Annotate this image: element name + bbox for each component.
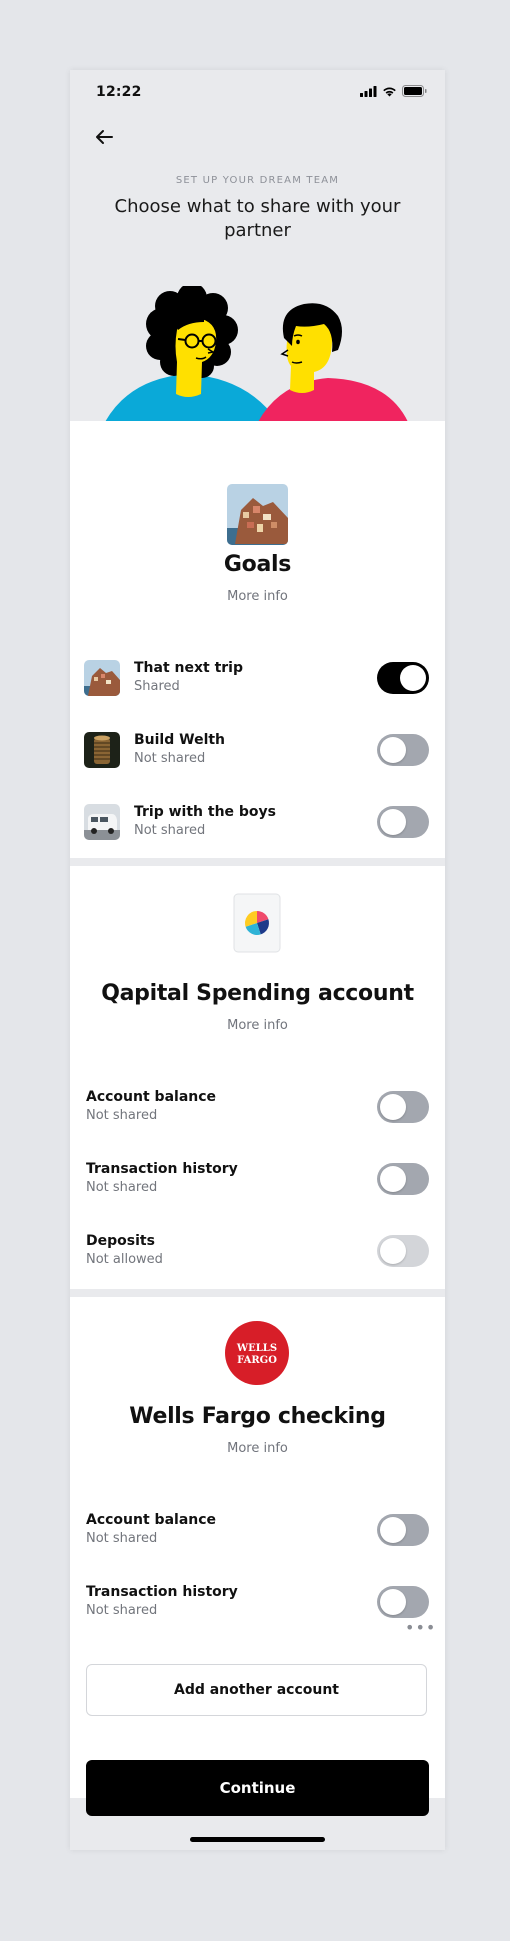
goals-more-info-link[interactable]: More info — [70, 589, 445, 604]
status-bar: 12:22 — [70, 70, 445, 114]
phone-screen: 12:22 SET UP YOUR DREAM TEAM Choose what… — [70, 70, 445, 1850]
coin-stack-photo — [84, 732, 120, 768]
qapital-row-transaction-history: Transaction history Not shared — [70, 1161, 445, 1217]
van-photo — [84, 804, 120, 840]
wells-fargo-title: Wells Fargo checking — [129, 1404, 386, 1429]
goal-share-toggle[interactable] — [377, 734, 429, 766]
goal-status: Not shared — [134, 823, 206, 838]
qapital-account-card: Qapital Spending account More info Accou… — [70, 866, 445, 1289]
page-title: Choose what to share with your partner — [114, 196, 401, 241]
setting-label: Transaction history — [86, 1584, 238, 1600]
goal-row-build-welth: Build Welth Not shared — [70, 732, 445, 788]
setting-status: Not shared — [86, 1180, 158, 1195]
toggle-knob — [380, 1166, 406, 1192]
goal-share-toggle[interactable] — [377, 806, 429, 838]
toggle-knob — [380, 1238, 406, 1264]
goal-label: That next trip — [134, 660, 244, 676]
goal-status: Not shared — [134, 751, 206, 766]
goals-title: Goals — [223, 552, 292, 577]
setting-label: Account balance — [86, 1512, 217, 1528]
toggle-knob — [380, 809, 406, 835]
qapital-row-account-balance: Account balance Not shared — [70, 1089, 445, 1145]
status-time: 12:22 — [96, 84, 142, 100]
goal-row-trip-with-the-boys: Trip with the boys Not shared — [70, 804, 445, 860]
setting-status: Not shared — [86, 1531, 158, 1546]
battery-icon — [402, 85, 427, 97]
coastal-village-photo — [84, 660, 120, 696]
account-balance-toggle[interactable] — [377, 1091, 429, 1123]
goal-share-toggle[interactable] — [377, 662, 429, 694]
goal-label: Build Welth — [134, 732, 226, 748]
transaction-history-toggle[interactable] — [377, 1163, 429, 1195]
more-dots-icon: ••• — [405, 1618, 437, 1637]
toggle-knob — [400, 665, 426, 691]
wf-row-transaction-history: Transaction history Not shared — [70, 1584, 445, 1640]
toggle-knob — [380, 737, 406, 763]
home-indicator — [190, 1837, 325, 1842]
wells-fargo-logo-line2: FARGO — [237, 1355, 277, 1366]
toggle-knob — [380, 1094, 406, 1120]
arrow-left-icon — [96, 130, 113, 144]
qapital-more-info-link[interactable]: More info — [70, 1018, 445, 1033]
setting-status: Not shared — [86, 1108, 158, 1123]
goals-card: Goals More info That next trip Shared Bu… — [70, 421, 445, 858]
wf-row-account-balance: Account balance Not shared — [70, 1512, 445, 1568]
goal-status: Shared — [134, 679, 180, 694]
goal-label: Trip with the boys — [134, 804, 277, 820]
setting-label: Account balance — [86, 1089, 217, 1105]
wells-fargo-logo: WELLS FARGO — [225, 1321, 289, 1385]
transaction-history-toggle[interactable] — [377, 1586, 429, 1618]
continue-button[interactable]: Continue — [86, 1760, 429, 1816]
qapital-logo-icon — [233, 893, 281, 953]
wells-fargo-logo-line1: WELLS — [236, 1343, 277, 1354]
status-icons — [360, 85, 427, 97]
add-another-account-button[interactable]: Add another account — [86, 1664, 427, 1716]
toggle-knob — [380, 1589, 406, 1615]
cellular-signal-icon — [360, 85, 377, 97]
back-button[interactable] — [84, 122, 124, 152]
deposits-toggle — [377, 1235, 429, 1267]
eyebrow-text: SET UP YOUR DREAM TEAM — [175, 175, 340, 186]
toggle-knob — [380, 1517, 406, 1543]
setting-label: Deposits — [86, 1233, 155, 1249]
wells-fargo-card: WELLS FARGO Wells Fargo checking More in… — [70, 1297, 445, 1798]
qapital-row-deposits: Deposits Not allowed — [70, 1233, 445, 1289]
account-balance-toggle[interactable] — [377, 1514, 429, 1546]
qapital-title: Qapital Spending account — [101, 981, 414, 1006]
goal-row-that-next-trip: That next trip Shared — [70, 660, 445, 716]
goals-image — [227, 484, 288, 545]
couple-illustration — [105, 286, 408, 422]
wifi-icon — [383, 87, 396, 96]
setting-status: Not shared — [86, 1603, 158, 1618]
setting-status: Not allowed — [86, 1252, 163, 1267]
wells-fargo-more-info-link[interactable]: More info — [70, 1441, 445, 1456]
setting-label: Transaction history — [86, 1161, 238, 1177]
